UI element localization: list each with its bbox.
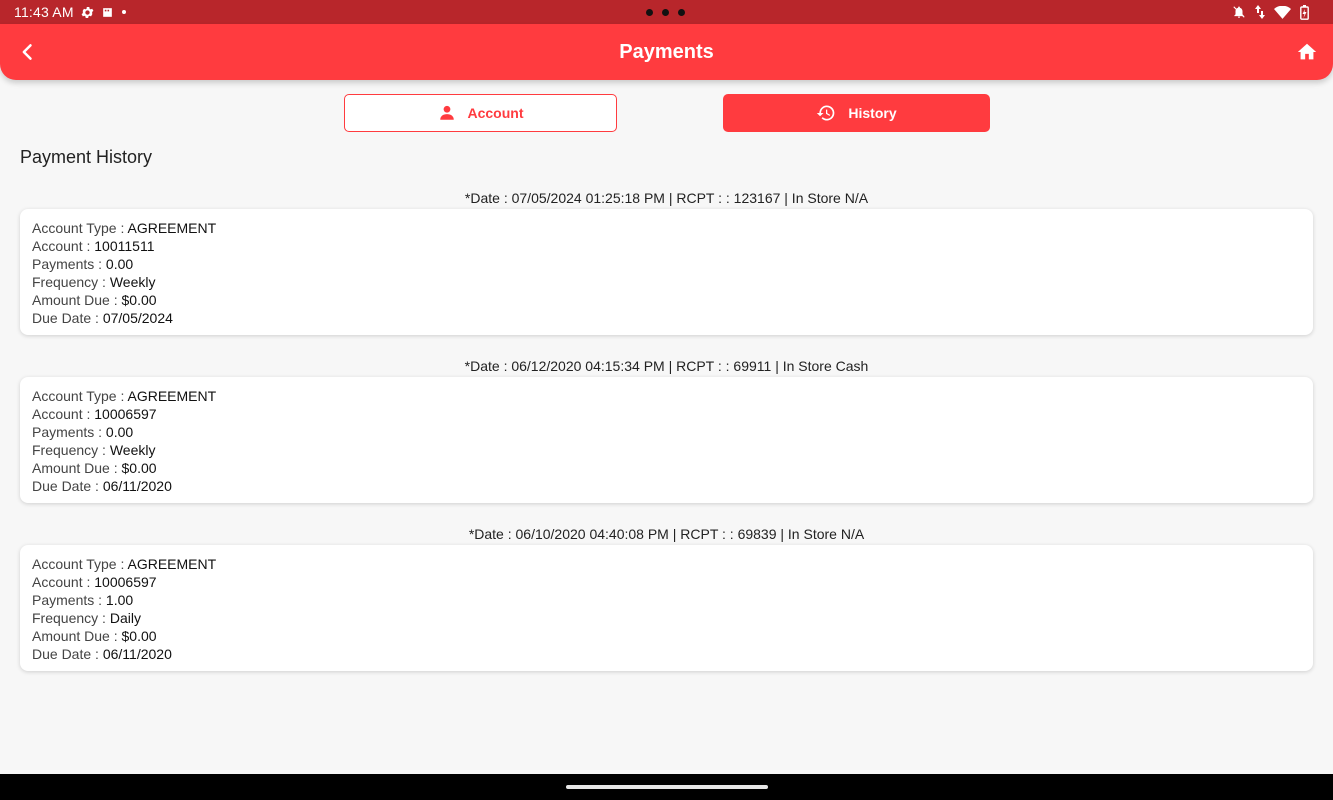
status-right <box>1232 0 1309 24</box>
payment-record-card[interactable]: Account Type : AGREEMENT Account : 10006… <box>20 545 1313 671</box>
field-payments: Payments : 0.00 <box>32 424 134 440</box>
field-due-date: Due Date : 06/11/2020 <box>32 646 172 662</box>
history-icon <box>817 105 835 121</box>
field-payments: Payments : 1.00 <box>32 592 134 608</box>
record-header: *Date : 06/10/2020 04:40:08 PM | RCPT : … <box>468 526 865 542</box>
page-title: Payments <box>619 40 714 63</box>
camera-dot-icon <box>662 8 669 16</box>
field-frequency: Frequency : Daily <box>32 610 141 626</box>
field-frequency: Frequency : Weekly <box>32 274 156 290</box>
section-title: Payment History <box>20 147 153 167</box>
wifi-icon <box>1274 5 1291 19</box>
payment-record-card[interactable]: Account Type : AGREEMENT Account : 10011… <box>20 209 1313 335</box>
field-amount-due: Amount Due : $0.00 <box>32 292 157 308</box>
field-due-date: Due Date : 07/05/2024 <box>32 310 173 326</box>
mute-bell-icon <box>1232 5 1246 19</box>
battery-icon <box>1300 4 1309 20</box>
gesture-handle[interactable] <box>566 785 768 789</box>
status-left: 11:43 AM <box>14 0 128 24</box>
field-account: Account : 10006597 <box>32 406 157 422</box>
record-header: *Date : 07/05/2024 01:25:18 PM | RCPT : … <box>464 190 869 206</box>
tab-history[interactable]: History <box>723 94 990 132</box>
home-button[interactable] <box>1293 38 1321 66</box>
tab-account-label: Account <box>467 105 524 121</box>
field-amount-due: Amount Due : $0.00 <box>32 628 157 644</box>
sd-card-icon <box>101 6 114 19</box>
notification-dot-icon <box>120 8 128 16</box>
payment-record-card[interactable]: Account Type : AGREEMENT Account : 10006… <box>20 377 1313 503</box>
field-account: Account : 10011511 <box>32 238 155 254</box>
data-arrows-icon <box>1255 5 1265 19</box>
field-frequency: Frequency : Weekly <box>32 442 156 458</box>
person-icon <box>439 105 454 120</box>
screen: 11:43 AM Payments Account History Paymen… <box>0 0 1333 800</box>
field-account-type: Account Type : AGREEMENT <box>32 556 217 572</box>
status-time: 11:43 AM <box>14 4 74 20</box>
field-payments: Payments : 0.00 <box>32 256 134 272</box>
field-account-type: Account Type : AGREEMENT <box>32 220 217 236</box>
tab-account[interactable]: Account <box>344 94 617 132</box>
app-bar: Payments <box>0 24 1333 80</box>
field-account-type: Account Type : AGREEMENT <box>32 388 217 404</box>
camera-dots <box>646 0 685 24</box>
tab-history-label: History <box>848 105 897 121</box>
camera-dot-icon <box>678 8 685 16</box>
settings-gear-icon <box>80 5 95 20</box>
record-header: *Date : 06/12/2020 04:15:34 PM | RCPT : … <box>464 358 869 374</box>
camera-dot-icon <box>646 8 653 16</box>
home-icon <box>1297 43 1317 60</box>
field-due-date: Due Date : 06/11/2020 <box>32 478 172 494</box>
navigation-bar <box>0 774 1333 800</box>
status-bar: 11:43 AM <box>0 0 1333 24</box>
field-amount-due: Amount Due : $0.00 <box>32 460 157 476</box>
field-account: Account : 10006597 <box>32 574 157 590</box>
